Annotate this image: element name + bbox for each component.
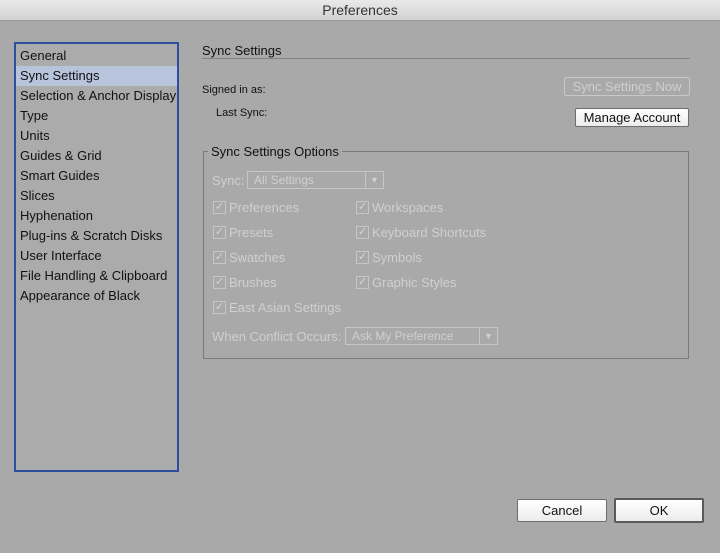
- checkmark-icon: ✓: [356, 251, 369, 264]
- sidebar-item-appearance-black[interactable]: Appearance of Black: [16, 286, 177, 306]
- window-title: Preferences: [322, 2, 398, 18]
- sidebar-item-slices[interactable]: Slices: [16, 186, 177, 206]
- sidebar-item-general[interactable]: General: [16, 46, 177, 66]
- conflict-select[interactable]: Ask My Preference ▼: [345, 327, 498, 345]
- checkmark-icon: ✓: [213, 251, 226, 264]
- checkmark-icon: ✓: [356, 201, 369, 214]
- sidebar-item-user-interface[interactable]: User Interface: [16, 246, 177, 266]
- chevron-down-icon: ▼: [479, 328, 497, 344]
- sidebar-item-smart-guides[interactable]: Smart Guides: [16, 166, 177, 186]
- section-title: Sync Settings: [202, 43, 282, 58]
- sidebar-item-selection-anchor[interactable]: Selection & Anchor Display: [16, 86, 177, 106]
- sync-select[interactable]: All Settings ▼: [247, 171, 384, 189]
- sync-label: Sync:: [212, 173, 245, 188]
- sidebar-item-plugins-scratch[interactable]: Plug-ins & Scratch Disks: [16, 226, 177, 246]
- sidebar-item-file-handling[interactable]: File Handling & Clipboard: [16, 266, 177, 286]
- preferences-category-list[interactable]: General Sync Settings Selection & Anchor…: [14, 42, 179, 472]
- sidebar-item-hyphenation[interactable]: Hyphenation: [16, 206, 177, 226]
- chevron-down-icon: ▼: [365, 172, 383, 188]
- section-divider: [202, 58, 690, 59]
- sidebar-item-units[interactable]: Units: [16, 126, 177, 146]
- window-title-bar: Preferences: [0, 0, 720, 21]
- signed-in-label: Signed in as:: [202, 84, 266, 96]
- checkmark-icon: ✓: [213, 201, 226, 214]
- checkmark-icon: ✓: [213, 226, 226, 239]
- cancel-button[interactable]: Cancel: [517, 499, 607, 522]
- checkmark-icon: ✓: [213, 301, 226, 314]
- ok-button[interactable]: OK: [614, 498, 704, 523]
- checkmark-icon: ✓: [356, 276, 369, 289]
- sync-options-title: Sync Settings Options: [208, 144, 342, 159]
- manage-account-button[interactable]: Manage Account: [575, 108, 689, 127]
- sidebar-item-guides-grid[interactable]: Guides & Grid: [16, 146, 177, 166]
- checkmark-icon: ✓: [356, 226, 369, 239]
- sidebar-item-type[interactable]: Type: [16, 106, 177, 126]
- conflict-label: When Conflict Occurs:: [212, 329, 342, 344]
- last-sync-label: Last Sync:: [216, 107, 268, 119]
- checkmark-icon: ✓: [213, 276, 226, 289]
- sync-select-value: All Settings: [254, 173, 315, 187]
- sidebar-item-sync-settings[interactable]: Sync Settings: [16, 66, 177, 86]
- conflict-select-value: Ask My Preference: [352, 329, 454, 343]
- sync-settings-now-button[interactable]: Sync Settings Now: [564, 77, 690, 96]
